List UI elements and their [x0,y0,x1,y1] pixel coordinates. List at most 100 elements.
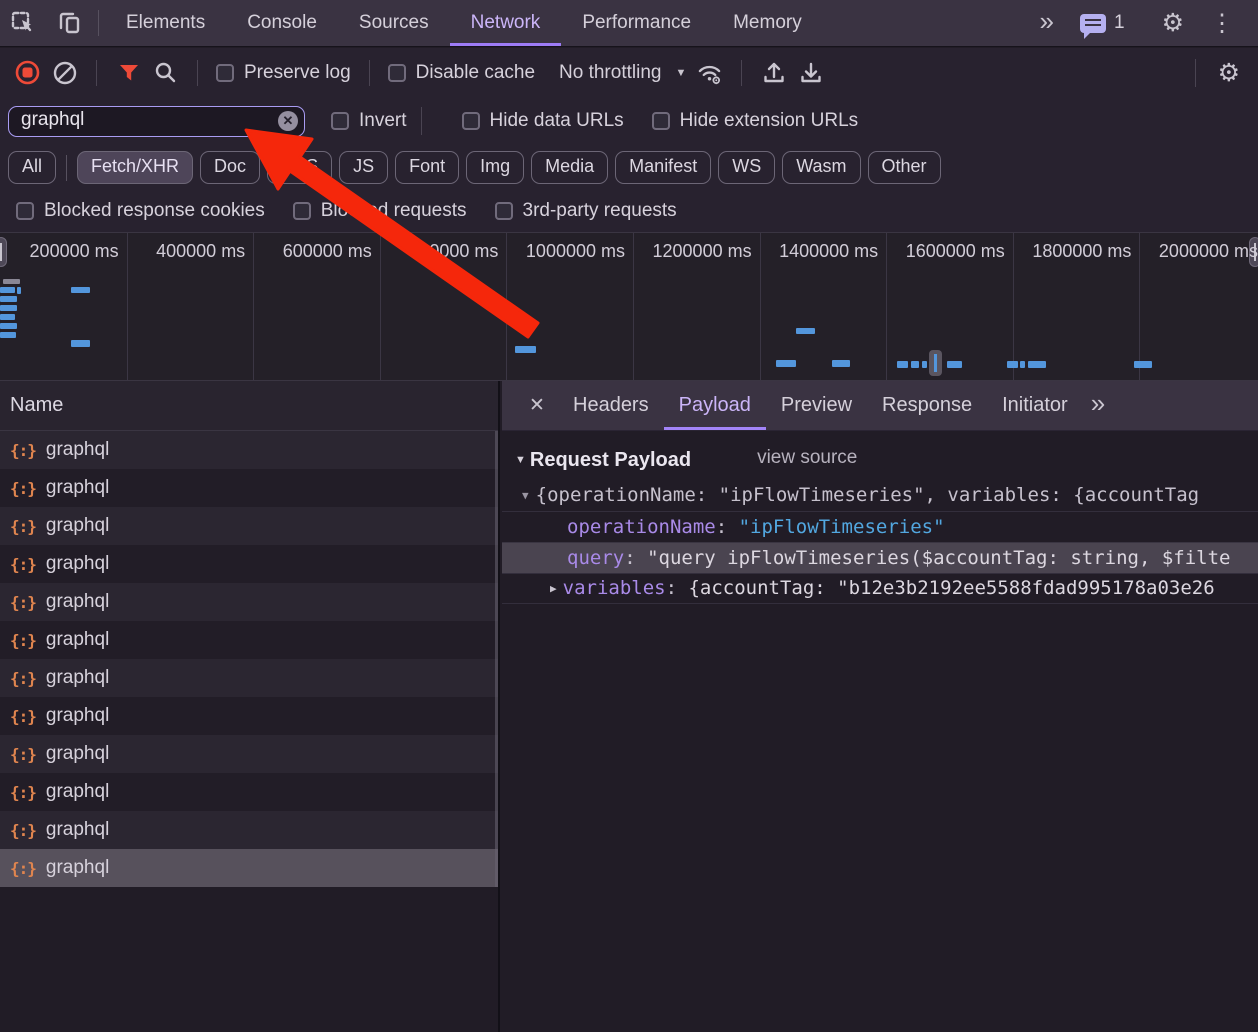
request-row[interactable]: {:}graphql [0,697,498,735]
tab-performance[interactable]: Performance [561,0,712,46]
payload-root-row[interactable]: ▼ {operationName: "ipFlowTimeseries", va… [502,480,1258,511]
detail-tab-initiator[interactable]: Initiator [987,381,1083,430]
toolbar-divider-3 [369,60,370,86]
tab-network[interactable]: Network [450,0,562,46]
request-payload-section-header[interactable]: ▼ Request Payload [515,449,691,472]
request-row[interactable]: {:}graphql [0,849,498,887]
tab-memory[interactable]: Memory [712,0,823,46]
name-column-header[interactable]: Name [0,381,498,431]
request-name: graphql [46,819,109,841]
request-row[interactable]: {:}graphql [0,773,498,811]
hide-extension-urls-label: Hide extension URLs [680,110,858,132]
view-source-link[interactable]: view source [757,447,857,469]
expand-triangle-icon[interactable]: ▶ [550,582,557,595]
timeline-tick-label: 2000000 ms [1108,241,1258,262]
import-har-button[interactable] [760,59,787,86]
record-network-log-button[interactable] [14,59,41,86]
request-row[interactable]: {:}graphql [0,469,498,507]
request-row[interactable]: {:}graphql [0,735,498,773]
timeline-request-bar [17,287,21,294]
detail-tab-payload[interactable]: Payload [664,381,766,430]
chip-manifest[interactable]: Manifest [615,151,711,184]
request-payload-title: Request Payload [530,449,691,472]
network-conditions-button[interactable] [696,59,723,86]
detail-tab-preview[interactable]: Preview [766,381,867,430]
network-overview-timeline[interactable]: 200000 ms400000 ms600000 ms800000 ms1000… [0,233,1258,381]
timeline-request-bar [0,314,15,320]
request-row[interactable]: {:}graphql [0,507,498,545]
chip-img[interactable]: Img [466,151,524,184]
inspect-cursor-icon [10,10,36,36]
timeline-request-bar [911,361,919,368]
preserve-log-checkbox[interactable] [216,64,234,82]
export-har-button[interactable] [797,59,824,86]
toolbar-divider-1 [96,60,97,86]
name-column-label: Name [10,394,63,417]
timeline-request-bar [1020,361,1025,368]
hide-extension-urls-checkbox[interactable] [652,112,670,130]
detail-tab-headers[interactable]: Headers [558,381,664,430]
throttling-select[interactable]: No throttling ▼ [559,62,686,84]
request-row[interactable]: {:} graphql [0,811,498,849]
json-braces-icon: {:} [10,517,36,536]
issues-button[interactable]: 1 [1068,12,1137,34]
chip-css[interactable]: CSS [267,151,332,184]
tab-elements[interactable]: Elements [105,0,226,46]
tab-sources[interactable]: Sources [338,0,450,46]
toolbar-divider-5 [1195,59,1196,87]
chip-fetch-xhr[interactable]: Fetch/XHR [77,151,193,184]
chip-js[interactable]: JS [339,151,388,184]
blocked-requests-checkbox[interactable] [293,202,311,220]
chip-all[interactable]: All [8,151,56,184]
more-tabs-icon[interactable]: » [1032,6,1068,41]
detail-tab-response[interactable]: Response [867,381,987,430]
request-row[interactable]: {:}graphql [0,545,498,583]
chip-doc[interactable]: Doc [200,151,260,184]
filter-row: ✕ Invert Hide data URLs Hide extension U… [0,97,1258,145]
kebab-menu-icon[interactable]: ⋮ [1196,9,1248,38]
filter-button[interactable] [115,59,142,86]
third-party-requests-checkbox[interactable] [495,202,513,220]
close-detail-icon[interactable]: ✕ [516,381,558,430]
message-bubble-icon [1080,14,1106,33]
chip-wasm[interactable]: Wasm [782,151,860,184]
tab-console[interactable]: Console [226,0,338,46]
detail-more-tabs-icon[interactable]: » [1083,381,1113,430]
request-list-scrollbar[interactable] [495,431,498,887]
request-row[interactable]: {:}graphql [0,659,498,697]
payload-row-variables[interactable]: ▶ variables: {accountTag: "b12e3b2192ee5… [502,573,1258,604]
clear-network-log-button[interactable] [51,59,78,86]
json-braces-icon: {:} [10,859,36,878]
json-braces-icon: {:} [10,821,36,840]
disable-cache-checkbox[interactable] [388,64,406,82]
payload-row-query[interactable]: query: "query ipFlowTimeseries($accountT… [502,542,1258,573]
throttling-caret-icon: ▼ [675,67,686,79]
chip-font[interactable]: Font [395,151,459,184]
chip-ws[interactable]: WS [718,151,775,184]
timeline-request-bar [947,361,962,368]
chip-other[interactable]: Other [868,151,941,184]
record-icon [14,59,41,86]
search-button[interactable] [152,59,179,86]
chip-media[interactable]: Media [531,151,608,184]
expand-triangle-icon[interactable]: ▼ [522,489,529,502]
request-name: graphql [46,743,109,765]
filter-input[interactable] [8,106,305,137]
timeline-request-bar [0,305,17,311]
network-settings-gear-icon[interactable]: ⚙ [1214,58,1244,88]
invert-checkbox[interactable] [331,112,349,130]
device-toolbar-button[interactable] [46,0,92,46]
settings-gear-icon[interactable]: ⚙ [1150,8,1196,38]
invert-label: Invert [359,110,407,132]
inspect-element-button[interactable] [0,0,46,46]
clear-filter-icon[interactable]: ✕ [278,111,298,131]
timeline-request-bar [832,360,850,367]
timeline-request-bar [515,346,536,353]
json-braces-icon: {:} [10,441,36,460]
request-row[interactable]: {:}graphql [0,621,498,659]
request-row[interactable]: {:}graphql [0,431,498,469]
request-row[interactable]: {:}graphql [0,583,498,621]
hide-data-urls-checkbox[interactable] [462,112,480,130]
payload-row-operation-name[interactable]: operationName: "ipFlowTimeseries" [502,511,1258,542]
blocked-response-cookies-checkbox[interactable] [16,202,34,220]
